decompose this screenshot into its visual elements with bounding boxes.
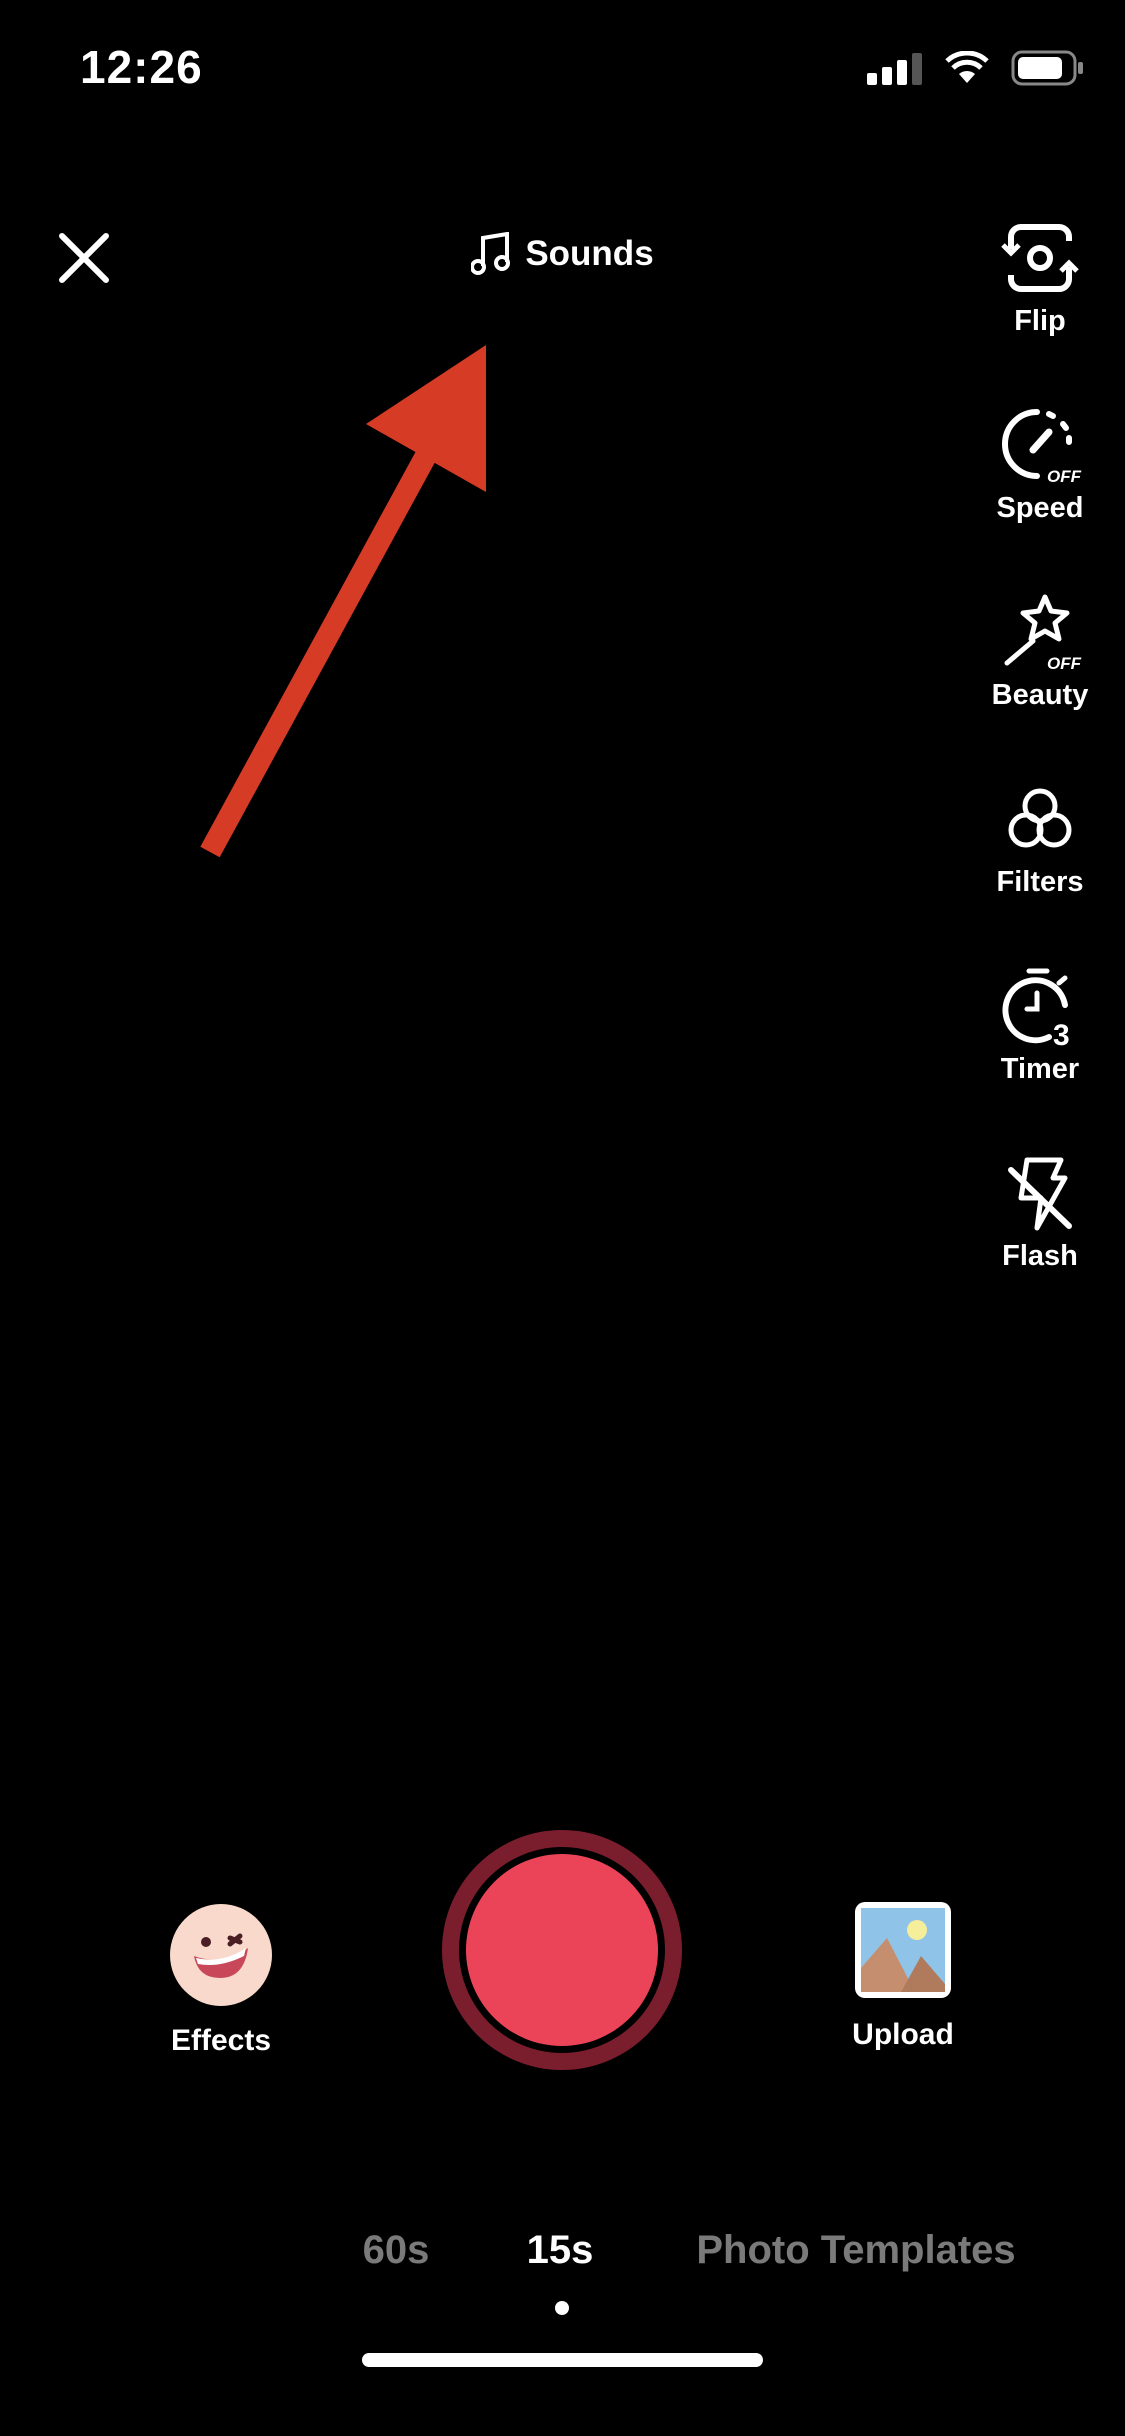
- flash-off-icon: [1008, 1157, 1072, 1231]
- filters-icon: [1008, 788, 1072, 848]
- sounds-button[interactable]: Sounds: [0, 232, 1125, 276]
- beauty-wand-icon: OFF: [1004, 594, 1082, 673]
- upload-label: Upload: [852, 2018, 954, 2051]
- upload-button[interactable]: [855, 1902, 951, 1998]
- svg-text:OFF: OFF: [1047, 654, 1082, 673]
- beauty-label: Beauty: [991, 679, 1089, 711]
- mode-tab-15s[interactable]: 15s: [527, 2228, 594, 2273]
- timer-label: Timer: [1000, 1053, 1080, 1085]
- battery-icon: [1011, 50, 1083, 86]
- record-button[interactable]: [442, 1830, 682, 2070]
- flip-label: Flip: [1014, 305, 1066, 337]
- timer-icon: 3: [1002, 968, 1070, 1049]
- effects-label: Effects: [170, 2024, 272, 2057]
- sounds-label: Sounds: [525, 234, 654, 273]
- mode-tab-photo-templates[interactable]: Photo Templates: [696, 2228, 1015, 2273]
- flip-button[interactable]: Flip: [980, 215, 1100, 338]
- gallery-image-icon: [861, 1908, 945, 1992]
- speed-label: Speed: [996, 492, 1084, 524]
- speed-icon: OFF: [1002, 409, 1082, 486]
- effects-button[interactable]: [170, 1904, 272, 2006]
- active-mode-indicator: [555, 2301, 569, 2315]
- mode-tab-60s[interactable]: 60s: [363, 2228, 430, 2273]
- annotation-arrow: [200, 345, 486, 858]
- music-note-icon: [471, 232, 511, 275]
- filters-button[interactable]: Filters: [980, 776, 1100, 899]
- effects-face-icon: [194, 1933, 248, 1978]
- status-icons: [867, 50, 1085, 86]
- record-button-inner: [466, 1854, 658, 2046]
- filters-label: Filters: [996, 866, 1084, 898]
- speed-button[interactable]: OFF Speed: [980, 402, 1100, 525]
- wifi-icon: [945, 51, 989, 83]
- svg-text:OFF: OFF: [1047, 467, 1082, 486]
- flip-camera-icon: [1001, 224, 1079, 292]
- timer-button[interactable]: 3 Timer: [980, 963, 1100, 1086]
- svg-text:3: 3: [1053, 1019, 1070, 1049]
- flash-label: Flash: [1002, 1240, 1078, 1272]
- flash-button[interactable]: Flash: [980, 1150, 1100, 1273]
- status-time: 12:26: [80, 41, 203, 93]
- cellular-signal-icon: [867, 53, 922, 85]
- home-indicator[interactable]: [362, 2353, 763, 2367]
- beauty-button[interactable]: OFF Beauty: [980, 589, 1100, 712]
